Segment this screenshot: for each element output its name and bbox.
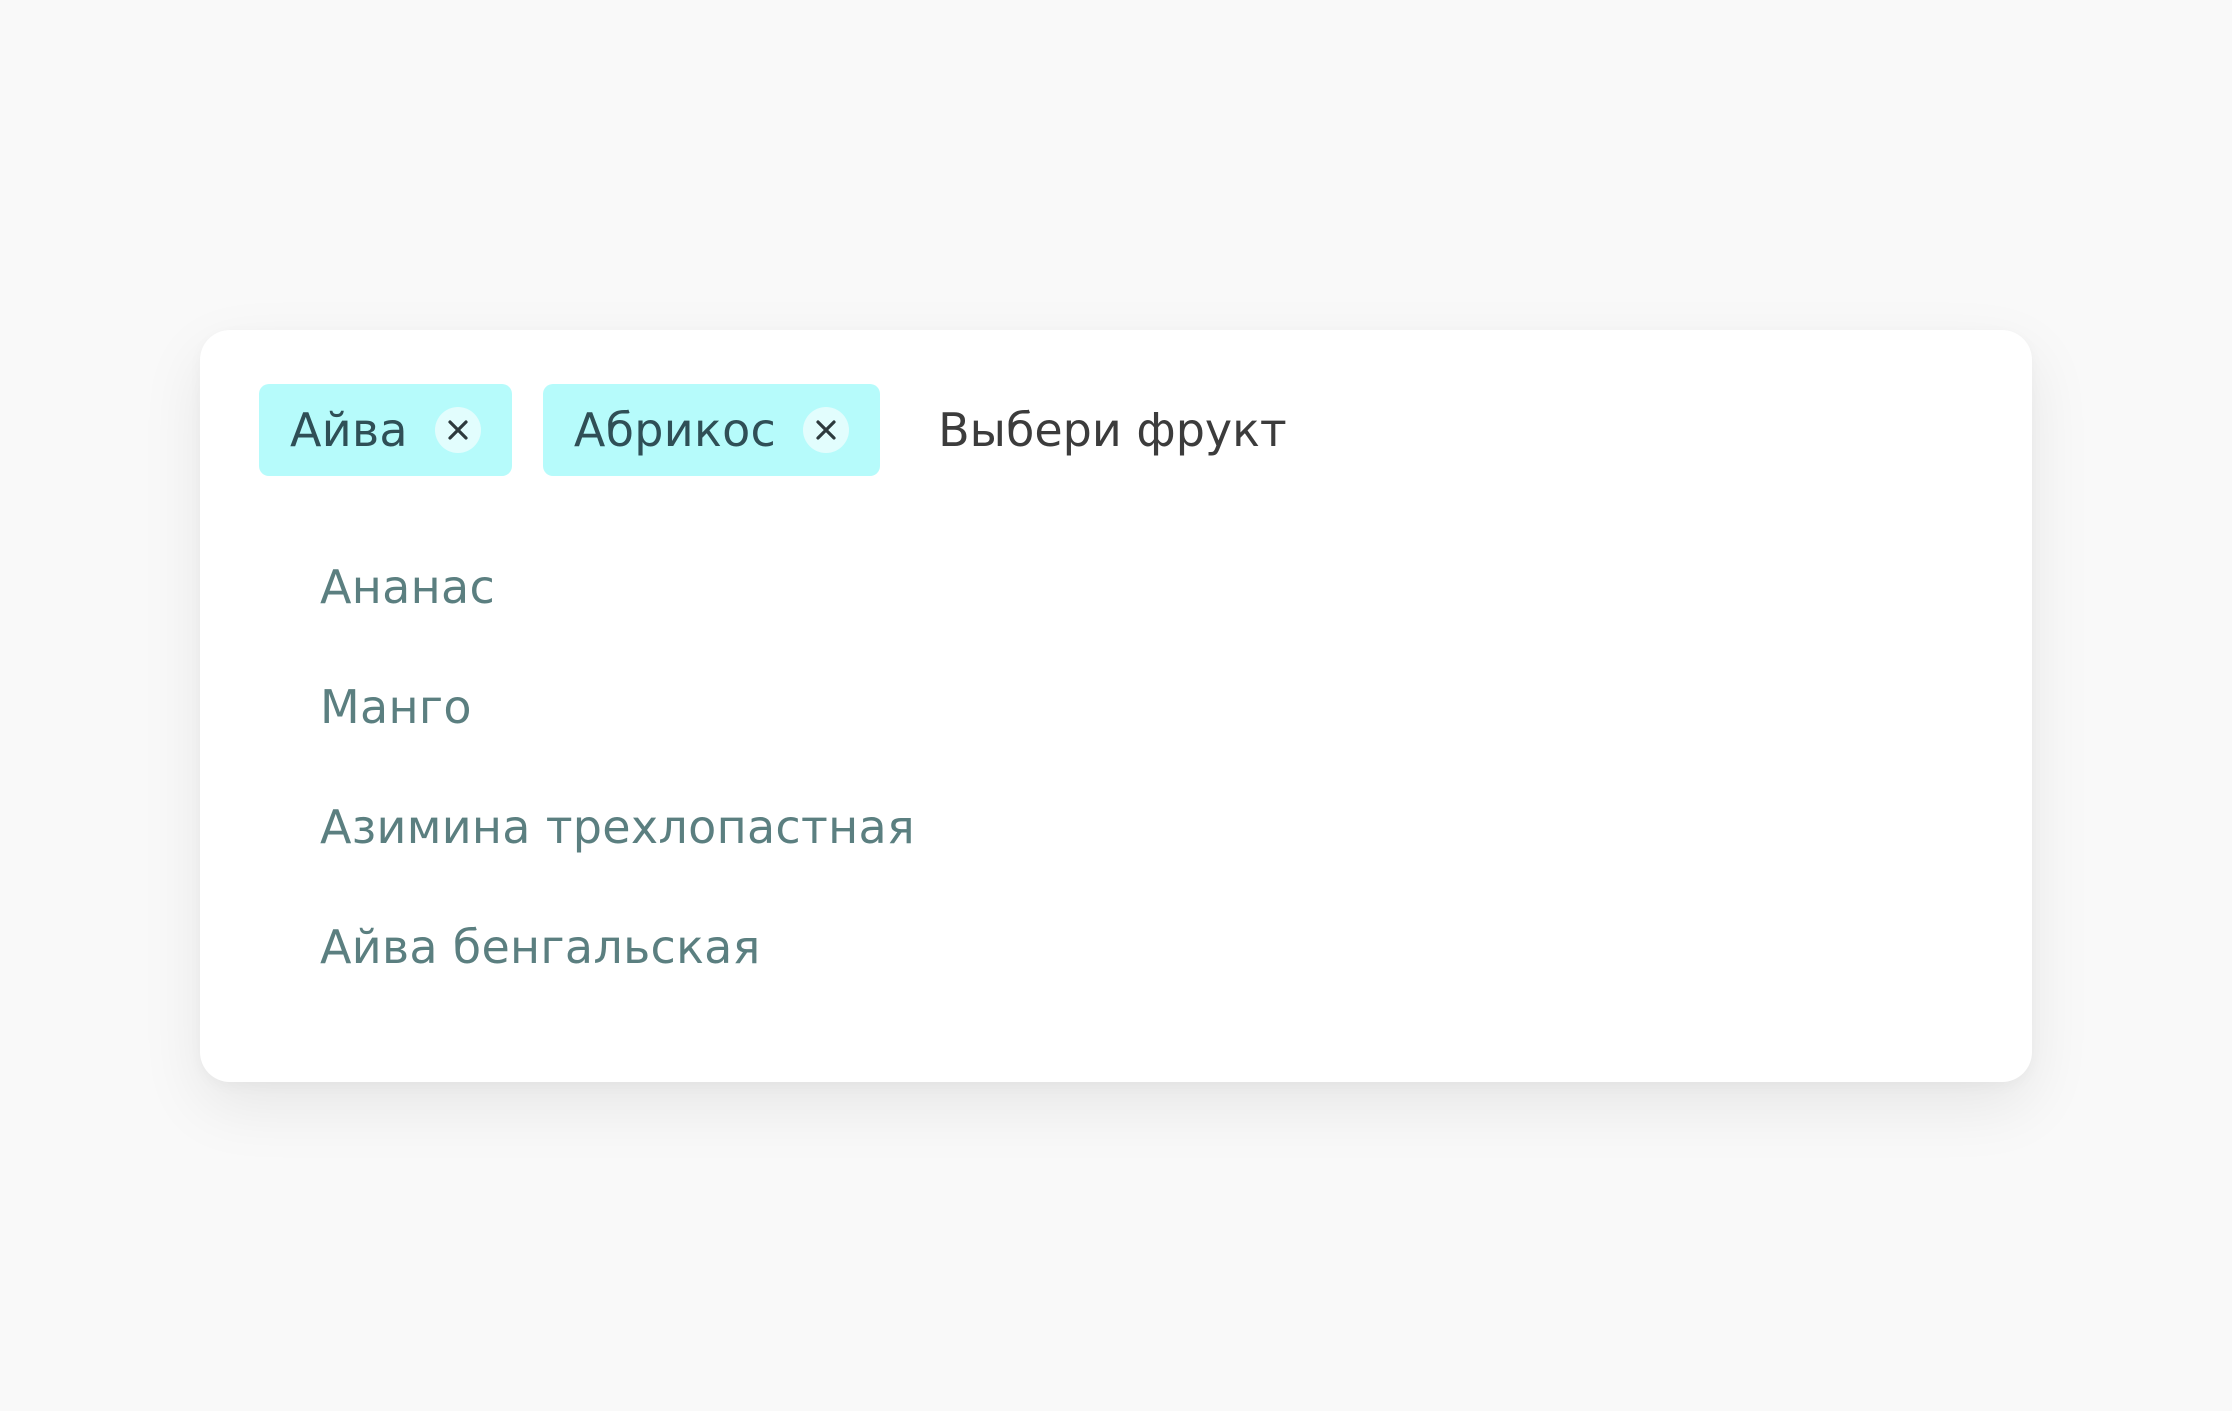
chip-label: Абрикос [573,403,777,457]
option-item[interactable]: Айва бенгальская [200,887,2032,1007]
option-item[interactable]: Ананас [200,527,2032,647]
selected-chip: Абрикос [542,384,881,476]
selected-chip: Айва [259,384,512,476]
option-item[interactable]: Манго [200,647,2032,767]
option-item[interactable]: Азимина трехлопастная [200,767,2032,887]
fruit-multiselect: Айва Абрикос Ананас Манго Азимина трехло… [200,330,2032,1082]
options-list: Ананас Манго Азимина трехлопастная Айва … [200,527,2032,1007]
close-icon[interactable] [434,407,481,453]
chip-label: Айва [290,403,408,457]
search-input[interactable] [938,384,1973,476]
close-icon[interactable] [803,407,850,453]
multiselect-input-row[interactable]: Айва Абрикос [259,384,1973,476]
